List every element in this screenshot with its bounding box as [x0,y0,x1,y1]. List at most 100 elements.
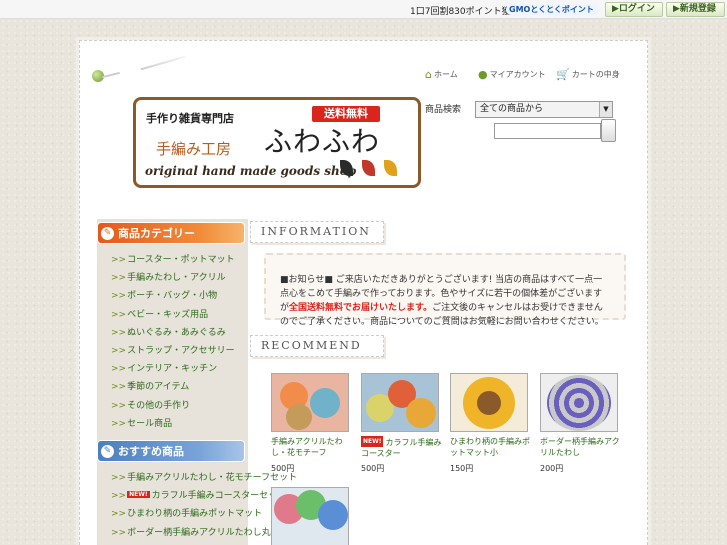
signup-icon: ▶ [673,4,680,14]
leaf-icon [384,160,397,176]
signup-label: 新規登録 [679,4,716,14]
arrow-icon: >> [111,327,127,338]
category-item[interactable]: >>手編みたわし・アクリル [111,270,235,288]
arrow-icon: >> [111,527,127,538]
nav-cart[interactable]: 🛒 カートの中身 [556,68,620,81]
recommend-label: カラフル手編みコースターセット [151,491,287,502]
product-card[interactable]: NEW! カラフル手編みコースター 500円 [361,373,445,474]
recommend-label: ひまわり柄の手編みポットマット [127,509,263,520]
recommend-label: 手編みアクリルたわし・花モチーフセット [127,473,298,483]
category-label: 手編みたわし・アクリル [127,273,226,284]
search-input[interactable] [494,123,601,139]
category-item[interactable]: >>ポーチ・バッグ・小物 [111,288,235,306]
product-image[interactable] [271,373,349,432]
needle-icon: ✎ [101,227,114,240]
product-name[interactable]: 手編みアクリルたわし・花モチーフ [271,436,355,458]
logo-studio-name: 手編み工房 [156,140,232,158]
category-item[interactable]: >>ベビー・キッズ用品 [111,307,235,325]
chevron-down-icon: ▼ [599,102,612,117]
top-bar: 1口7回割830ポイント獲得可能 GMOとくとくポイント ▶ログイン ▶新規登録 [0,0,727,19]
sidebar: ✎ 商品カテゴリー >>コースター・ポットマット >>手編みたわし・アクリル >>… [97,219,297,545]
nav-home-label: ホーム [433,70,458,79]
information-box: ■お知らせ■ ご来店いただきありがとうございます! 当店の商品はすべて一点一点心… [264,253,626,327]
cart-icon: 🛒 [556,68,570,81]
category-heading: ✎ 商品カテゴリー [97,222,245,244]
needle-icon: ✎ [101,445,114,458]
nav-cart-label: カートの中身 [571,70,620,79]
product-card[interactable] [271,487,355,545]
search-select-value: 全ての商品から [480,104,544,114]
recommend-item[interactable]: >> NEW! カラフル手編みコースターセット [111,488,297,506]
recommend-item[interactable]: >>手編みアクリルたわし・花モチーフセット [111,470,297,488]
search-button[interactable] [601,119,616,142]
nav-home[interactable]: ⌂ ホーム [425,68,458,81]
category-item[interactable]: >>ストラップ・アクセサリー [111,343,235,361]
product-image[interactable] [540,373,618,432]
nav-my-account[interactable]: ● マイアカウント [478,68,546,81]
recommend-title: RECOMMEND [250,335,384,357]
product-name[interactable]: ひまわり柄の手編みポットマット小 [450,436,534,458]
product-price: 150円 [450,464,474,473]
product-price: 500円 [271,464,295,473]
product-image[interactable] [361,373,439,432]
arrow-icon: >> [111,400,127,411]
arrow-icon: >> [111,255,127,265]
category-label: コースター・ポットマット [127,255,235,265]
category-item[interactable]: >>コースター・ポットマット [111,252,235,270]
motif-shape [310,388,340,418]
product-price: 200円 [540,464,564,473]
arrow-icon: >> [111,509,127,520]
shop-logo[interactable]: 手作り雑貨専門店 送料無料 手編み工房 ふわふわ original hand m… [133,97,421,188]
recommend-label: ボーダー柄手編みアクリルたわし丸型大 [127,527,289,538]
arrow-icon: >> [111,309,127,320]
category-label: ポーチ・バッグ・小物 [127,291,218,302]
category-label: インテリア・キッチン [127,364,218,375]
arrow-icon: >> [111,473,127,483]
signup-button[interactable]: ▶新規登録 [666,2,725,17]
login-icon: ▶ [612,4,619,14]
category-label: ぬいぐるみ・あみぐるみ [127,327,226,338]
new-badge: NEW! [127,491,150,499]
category-item[interactable]: >>ぬいぐるみ・あみぐるみ [111,325,235,343]
product-image[interactable] [450,373,528,432]
category-label: セール商品 [127,418,173,429]
new-badge: NEW! [361,436,384,447]
category-heading-label: 商品カテゴリー [118,227,195,240]
arrow-icon: >> [111,382,127,393]
recommend-heading: ✎ おすすめ商品 [97,440,245,462]
motif-shape [286,404,312,430]
category-item[interactable]: >>セール商品 [111,416,235,434]
arrow-icon: >> [111,273,127,284]
recommend-item[interactable]: >>ひまわり柄の手編みポットマット [111,506,297,524]
leaf-icon [362,160,375,176]
category-item[interactable]: >>その他の手作り [111,398,235,416]
home-icon: ⌂ [425,68,432,81]
category-label: その他の手作り [127,400,191,411]
motif-shape [477,391,501,415]
product-card[interactable]: 手編みアクリルたわし・花モチーフ 500円 [271,373,355,474]
category-label: ベビー・キッズ用品 [127,309,209,320]
account-icon: ● [478,68,488,81]
category-item[interactable]: >>インテリア・キッチン [111,361,235,379]
product-card[interactable]: ひまわり柄の手編みポットマット小 150円 [450,373,534,474]
arrow-icon: >> [111,345,127,356]
search-category-select[interactable]: 全ての商品から ▼ [475,101,613,118]
product-name[interactable]: ボーダー柄手編みアクリルたわし [540,436,624,458]
information-title: INFORMATION [250,221,384,243]
login-label: ログイン [618,4,655,14]
recommend-list: >>手編みアクリルたわし・花モチーフセット >> NEW! カラフル手編みコースター… [111,470,297,543]
category-item[interactable]: >>季節のアイテム [111,379,235,397]
gmo-point-logo[interactable]: GMOとくとくポイント [506,4,600,15]
product-name-wrap[interactable]: NEW! カラフル手編みコースター [361,436,445,458]
product-card[interactable]: ボーダー柄手編みアクリルたわし 200円 [540,373,624,474]
login-button[interactable]: ▶ログイン [605,2,663,17]
info-highlight: 全国送料無料でお届けいたします。 [289,303,433,313]
arrow-icon: >> [111,418,127,429]
recommend-item[interactable]: >>ボーダー柄手編みアクリルたわし丸型大 [111,525,297,543]
logo-subtitle: 手作り雑貨専門店 [146,112,234,125]
product-image[interactable] [271,487,349,545]
motif-shape [406,398,436,428]
logo-main-name: ふわふわ [264,125,381,158]
logo-tagline: original hand made goods shop [145,164,357,178]
motif-shape [318,500,348,530]
